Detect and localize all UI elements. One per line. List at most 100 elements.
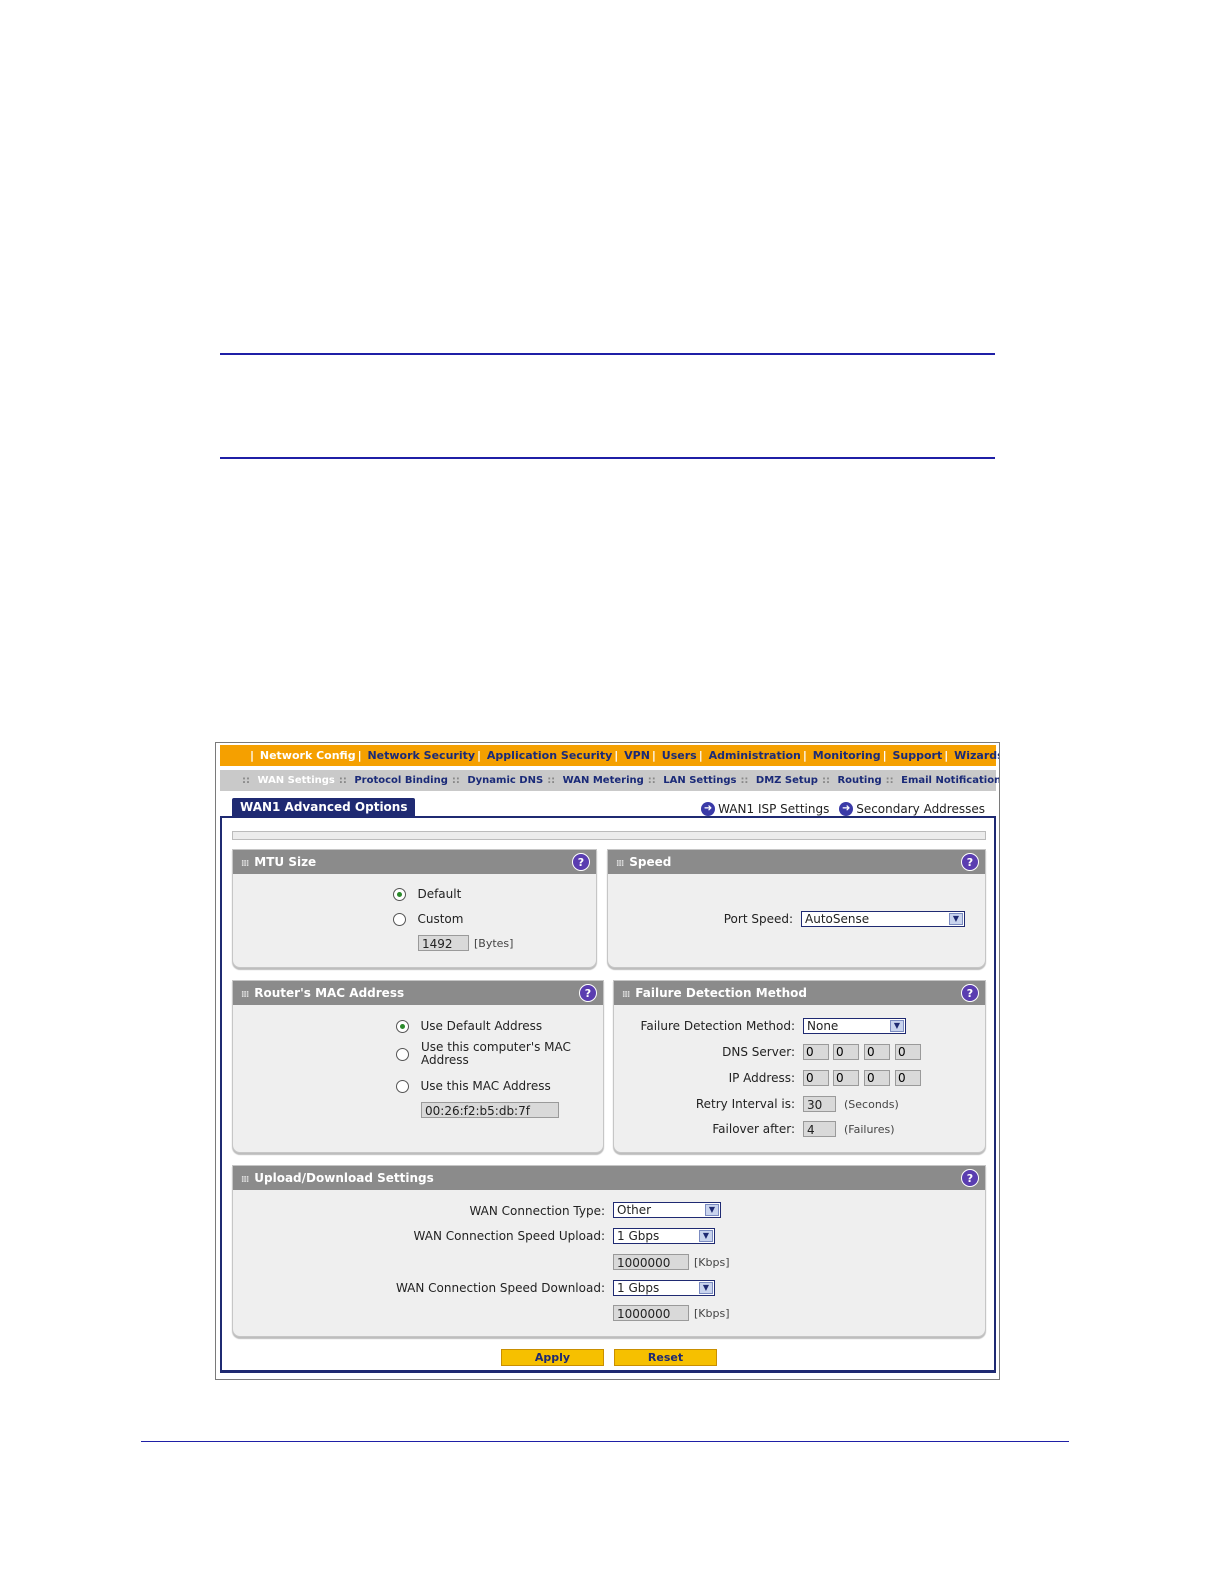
subnav-email-notification[interactable]: Email Notification bbox=[901, 775, 999, 786]
subnav-protocol-binding[interactable]: Protocol Binding bbox=[354, 775, 448, 786]
middle-rule bbox=[220, 457, 995, 459]
chevron-down-icon: ▼ bbox=[699, 1282, 713, 1294]
help-icon[interactable]: ? bbox=[961, 853, 979, 871]
updown-section: ⁞⁞⁞ Upload/Download Settings? WAN Connect… bbox=[232, 1165, 986, 1337]
updown-header: ⁞⁞⁞ Upload/Download Settings? bbox=[233, 1166, 985, 1190]
tab-wan1-advanced-options[interactable]: WAN1 Advanced Options bbox=[232, 798, 416, 817]
mac-computer-radio[interactable] bbox=[396, 1048, 409, 1061]
dns-octet-3[interactable]: 0 bbox=[864, 1044, 890, 1060]
grip-icon: ⁞⁞⁞ bbox=[622, 990, 630, 1000]
mac-header: ⁞⁞⁞ Router's MAC Address? bbox=[233, 981, 603, 1005]
download-kbps-input[interactable]: 1000000 bbox=[613, 1305, 689, 1321]
apply-button[interactable]: Apply bbox=[501, 1349, 604, 1366]
download-unit: [Kbps] bbox=[694, 1307, 730, 1320]
nav-monitoring[interactable]: Monitoring bbox=[813, 745, 881, 766]
speed-header: ⁞⁞⁞ Speed? bbox=[608, 850, 985, 874]
sub-nav: :: WAN Settings:: Protocol Binding:: Dyn… bbox=[220, 770, 999, 791]
help-icon[interactable]: ? bbox=[961, 984, 979, 1002]
subnav-dynamic-dns[interactable]: Dynamic DNS bbox=[467, 775, 543, 786]
subnav-wan-metering[interactable]: WAN Metering bbox=[563, 775, 644, 786]
nav-support[interactable]: Support bbox=[892, 745, 942, 766]
chevron-down-icon: ▼ bbox=[699, 1230, 713, 1242]
dns-server-label: DNS Server: bbox=[722, 1045, 795, 1059]
failover-label: Failover after: bbox=[712, 1122, 795, 1136]
speed-section: ⁞⁞⁞ Speed? Port Speed: AutoSense ▼ bbox=[607, 849, 986, 968]
dns-octet-2[interactable]: 0 bbox=[833, 1044, 859, 1060]
dns-octet-1[interactable]: 0 bbox=[803, 1044, 829, 1060]
failure-method-select[interactable]: None ▼ bbox=[803, 1018, 906, 1034]
mtu-value-input[interactable]: 1492 bbox=[418, 935, 469, 951]
nav-network-config[interactable]: Network Config bbox=[260, 745, 356, 766]
failover-input[interactable]: 4 bbox=[803, 1121, 836, 1137]
download-speed-select[interactable]: 1 Gbps ▼ bbox=[613, 1280, 715, 1296]
mac-computer-option[interactable] bbox=[396, 1047, 409, 1061]
failure-section: ⁞⁞⁞ Failure Detection Method? Failure Det… bbox=[613, 980, 986, 1153]
chevron-down-icon: ▼ bbox=[890, 1020, 904, 1032]
help-icon[interactable]: ? bbox=[961, 1169, 979, 1187]
mac-section: ⁞⁞⁞ Router's MAC Address? Use Default Add… bbox=[232, 980, 604, 1153]
mac-computer-label: Use this computer's MAC Address bbox=[421, 1040, 571, 1067]
arrow-right-icon: ➜ bbox=[701, 802, 716, 816]
subnav-dmz-setup[interactable]: DMZ Setup bbox=[756, 775, 818, 786]
nav-users[interactable]: Users bbox=[662, 745, 697, 766]
mtu-unit: [Bytes] bbox=[474, 937, 514, 950]
grip-icon: ⁞⁞⁞ bbox=[616, 859, 624, 869]
failover-unit: (Failures) bbox=[844, 1123, 895, 1136]
help-icon[interactable]: ? bbox=[572, 853, 590, 871]
mac-default-option[interactable]: Use Default Address bbox=[396, 1019, 542, 1033]
mac-default-radio[interactable] bbox=[396, 1020, 409, 1033]
nav-wizards[interactable]: Wizards bbox=[954, 745, 999, 766]
mtu-default-radio[interactable] bbox=[393, 888, 406, 901]
subnav-routing[interactable]: Routing bbox=[837, 775, 881, 786]
subnav-lan-settings[interactable]: LAN Settings bbox=[663, 775, 736, 786]
grip-icon: ⁞⁞⁞ bbox=[241, 859, 249, 869]
upload-unit: [Kbps] bbox=[694, 1256, 730, 1269]
dns-octet-4[interactable]: 0 bbox=[895, 1044, 921, 1060]
grip-icon: ⁞⁞⁞ bbox=[241, 1175, 249, 1185]
mtu-custom-radio[interactable] bbox=[393, 913, 406, 926]
mtu-header: ⁞⁞⁞ MTU Size? bbox=[233, 850, 596, 874]
ip-octet-3[interactable]: 0 bbox=[864, 1070, 890, 1086]
nav-network-security[interactable]: Network Security bbox=[367, 745, 475, 766]
wan-type-label: WAN Connection Type: bbox=[469, 1204, 605, 1218]
mac-custom-option[interactable]: Use this MAC Address bbox=[396, 1079, 551, 1093]
failure-header: ⁞⁞⁞ Failure Detection Method? bbox=[614, 981, 985, 1005]
ip-octet-2[interactable]: 0 bbox=[833, 1070, 859, 1086]
retry-interval-unit: (Seconds) bbox=[844, 1098, 899, 1111]
ip-address-label: IP Address: bbox=[728, 1071, 795, 1085]
arrow-right-icon: ➜ bbox=[839, 802, 854, 816]
top-links: ➜ WAN1 ISP Settings ➜ Secondary Addresses bbox=[695, 798, 985, 817]
upload-speed-select[interactable]: 1 Gbps ▼ bbox=[613, 1228, 715, 1244]
retry-interval-label: Retry Interval is: bbox=[695, 1097, 795, 1111]
help-icon[interactable]: ? bbox=[579, 984, 597, 1002]
ip-octet-1[interactable]: 0 bbox=[803, 1070, 829, 1086]
port-speed-label: Port Speed: bbox=[723, 912, 793, 926]
subnav-wan-settings[interactable]: WAN Settings bbox=[257, 775, 334, 786]
nav-application-security[interactable]: Application Security bbox=[487, 745, 612, 766]
upload-kbps-input[interactable]: 1000000 bbox=[613, 1254, 689, 1270]
footer-rule bbox=[141, 1441, 1069, 1442]
mac-custom-radio[interactable] bbox=[396, 1080, 409, 1093]
upload-speed-label: WAN Connection Speed Upload: bbox=[413, 1229, 605, 1243]
ip-octet-4[interactable]: 0 bbox=[895, 1070, 921, 1086]
mtu-section: ⁞⁞⁞ MTU Size? Default Custom 1492 [Bytes] bbox=[232, 849, 597, 968]
nav-administration[interactable]: Administration bbox=[709, 745, 801, 766]
nav-vpn[interactable]: VPN bbox=[624, 745, 650, 766]
failure-method-label: Failure Detection Method: bbox=[640, 1019, 795, 1033]
mac-address-input[interactable]: 00:26:f2:b5:db:7f bbox=[421, 1102, 559, 1118]
chevron-down-icon: ▼ bbox=[705, 1204, 719, 1216]
port-speed-select[interactable]: AutoSense ▼ bbox=[801, 911, 965, 927]
wan-type-select[interactable]: Other ▼ bbox=[613, 1202, 721, 1218]
mtu-custom-option[interactable]: Custom bbox=[393, 912, 463, 926]
message-bar bbox=[232, 831, 986, 840]
grip-icon: ⁞⁞⁞ bbox=[241, 990, 249, 1000]
content-panel: ⁞⁞⁞ MTU Size? Default Custom 1492 [Bytes]… bbox=[220, 816, 996, 1373]
main-nav: | Network Config | Network Security | Appl… bbox=[220, 745, 999, 766]
router-screenshot: | Network Config | Network Security | Appl… bbox=[215, 742, 1000, 1380]
retry-interval-input[interactable]: 30 bbox=[803, 1096, 836, 1112]
chevron-down-icon: ▼ bbox=[949, 913, 963, 925]
mtu-default-option[interactable]: Default bbox=[393, 887, 461, 901]
reset-button[interactable]: Reset bbox=[614, 1349, 717, 1366]
top-rule bbox=[220, 353, 995, 355]
download-speed-label: WAN Connection Speed Download: bbox=[395, 1281, 605, 1295]
